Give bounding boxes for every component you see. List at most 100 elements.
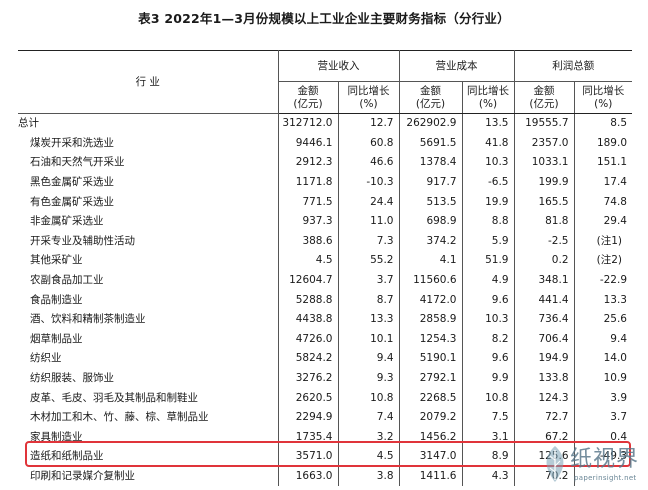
watermark: 纸视界 paperinsight.net bbox=[540, 440, 646, 490]
industry-name-cell: 木材加工和木、竹、藤、棕、草制品业 bbox=[18, 407, 279, 428]
revenue-amount-cell: 2620.5 bbox=[278, 388, 339, 408]
cost-growth-cell: 8.8 bbox=[462, 211, 515, 232]
growth-label: 同比增长 bbox=[467, 84, 509, 97]
table-title: 表3 2022年1—3月份规模以上工业企业主要财务指标（分行业） bbox=[138, 11, 510, 26]
revenue-amount-cell: 5288.8 bbox=[278, 290, 339, 310]
revenue-amount-header: 金额 (亿元) bbox=[278, 81, 339, 114]
industry-name-cell: 黑色金属矿采选业 bbox=[18, 172, 279, 193]
cost-amount-cell: 1456.2 bbox=[399, 427, 463, 448]
revenue-growth-cell: 7.3 bbox=[338, 231, 400, 252]
revenue-growth-header: 同比增长 (%) bbox=[338, 81, 400, 114]
table-row: 石油和天然气开采业 2912.3 46.6 1378.4 10.3 1033.1 151.1 bbox=[18, 153, 632, 173]
cost-growth-cell: 10.3 bbox=[462, 309, 515, 330]
profit-growth-cell: 8.5 bbox=[610, 117, 627, 130]
industry-name-cell: 造纸和纸制品业 bbox=[18, 447, 279, 467]
cost-amount-cell: 1411.6 bbox=[399, 466, 463, 487]
cost-amount-cell: 4.1 bbox=[399, 251, 463, 271]
profit-amount-cell: 81.8 bbox=[514, 211, 575, 232]
revenue-growth-cell: 3.2 bbox=[338, 427, 400, 448]
revenue-amount-cell: 1171.8 bbox=[278, 172, 339, 193]
cost-growth-cell: 51.9 bbox=[462, 251, 515, 271]
amount-label: 金额 bbox=[297, 84, 319, 97]
revenue-amount-cell: 388.6 bbox=[278, 231, 339, 252]
table-row: 皮革、毛皮、羽毛及其制品和制鞋业 2620.5 10.8 2268.5 10.8 124.… bbox=[18, 388, 632, 408]
revenue-amount-cell: 3276.2 bbox=[278, 368, 339, 389]
cost-amount-cell: 917.7 bbox=[399, 172, 463, 193]
revenue-amount-cell: 2912.3 bbox=[278, 153, 339, 173]
cost-growth-cell: 5.9 bbox=[462, 231, 515, 252]
cost-amount-cell: 2858.9 bbox=[399, 309, 463, 330]
industry-name-cell: 其他采矿业 bbox=[18, 251, 279, 271]
profit-growth-cell: 29.4 bbox=[603, 215, 627, 228]
cost-amount-header: 金额 (亿元) bbox=[399, 81, 463, 114]
table-row: 其他采矿业 4.5 55.2 4.1 51.9 0.2 (注2) bbox=[18, 251, 632, 271]
profit-growth-cell: (注2) bbox=[596, 254, 622, 267]
cost-amount-cell: 5691.5 bbox=[399, 133, 463, 154]
table-row: 黑色金属矿采选业 1171.8 -10.3 917.7 -6.5 199.9 17.4 bbox=[18, 172, 632, 193]
revenue-amount-cell: 937.3 bbox=[278, 211, 339, 232]
industry-name-cell: 非金属矿采选业 bbox=[18, 211, 279, 232]
profit-amount-cell: 133.8 bbox=[514, 368, 575, 389]
revenue-amount-cell: 4438.8 bbox=[278, 309, 339, 330]
table-row: 有色金属矿采选业 771.5 24.4 513.5 19.9 165.5 74.8 bbox=[18, 192, 632, 212]
profit-amount-cell: 736.4 bbox=[514, 309, 575, 330]
profit-growth-cell: -22.9 bbox=[599, 274, 627, 287]
amount-unit: (亿元) bbox=[293, 97, 323, 110]
cost-amount-cell: 698.9 bbox=[399, 211, 463, 232]
revenue-growth-cell: 24.4 bbox=[338, 192, 400, 212]
profit-amount-cell: -2.5 bbox=[514, 231, 575, 252]
revenue-amount-cell: 9446.1 bbox=[278, 133, 339, 154]
industry-name-cell: 开采专业及辅助性活动 bbox=[18, 231, 279, 252]
revenue-amount-cell: 771.5 bbox=[278, 192, 339, 212]
profit-growth-cell: 3.9 bbox=[610, 391, 627, 404]
revenue-amount-cell: 1735.4 bbox=[278, 427, 339, 448]
revenue-amount-cell: 1663.0 bbox=[278, 466, 339, 487]
growth-unit: (%) bbox=[594, 97, 613, 110]
table-row: 煤炭开采和洗选业 9446.1 60.8 5691.5 41.8 2357.0 189.0 bbox=[18, 133, 632, 154]
profit-growth-cell: 9.4 bbox=[610, 332, 627, 345]
profit-amount-cell: 72.7 bbox=[514, 407, 575, 428]
cost-amount-cell: 4172.0 bbox=[399, 290, 463, 310]
revenue-amount-cell: 3571.0 bbox=[278, 447, 339, 467]
cost-growth-cell: 10.3 bbox=[462, 153, 515, 173]
profit-amount-cell: 194.9 bbox=[514, 349, 575, 369]
table-row: 纺织业 5824.2 9.4 5190.1 9.6 194.9 14.0 bbox=[18, 349, 632, 369]
revenue-growth-cell: 9.4 bbox=[338, 349, 400, 369]
industry-name-cell: 皮革、毛皮、羽毛及其制品和制鞋业 bbox=[18, 388, 279, 408]
cost-amount-cell: 513.5 bbox=[399, 192, 463, 212]
table-row: 非金属矿采选业 937.3 11.0 698.9 8.8 81.8 29.4 bbox=[18, 211, 632, 232]
revenue-growth-cell: 60.8 bbox=[338, 133, 400, 154]
table-row: 酒、饮料和精制茶制造业 4438.8 13.3 2858.9 10.3 736.4 25.6 bbox=[18, 309, 632, 330]
cost-growth-cell: 8.2 bbox=[462, 329, 515, 350]
profit-growth-cell: 74.8 bbox=[603, 195, 627, 208]
cost-amount-cell: 374.2 bbox=[399, 231, 463, 252]
amount-unit: (亿元) bbox=[415, 97, 446, 110]
revenue-amount-cell: 2294.9 bbox=[278, 407, 339, 428]
growth-unit: (%) bbox=[478, 97, 498, 110]
cost-growth-cell: 10.8 bbox=[462, 388, 515, 408]
cost-growth-cell: 4.9 bbox=[462, 270, 515, 291]
industry-name-cell: 石油和天然气开采业 bbox=[18, 153, 279, 173]
revenue-growth-cell: 46.6 bbox=[338, 153, 400, 173]
cost-amount-cell: 262902.9 bbox=[399, 113, 463, 134]
table-row: 烟草制品业 4726.0 10.1 1254.3 8.2 706.4 9.4 bbox=[18, 329, 632, 350]
watermark-text: 纸视界 bbox=[570, 447, 640, 472]
revenue-growth-cell: 3.7 bbox=[338, 270, 400, 291]
profit-growth-cell: (注1) bbox=[596, 234, 622, 247]
industry-name-cell: 纺织服装、服饰业 bbox=[18, 368, 279, 389]
industry-name-cell: 有色金属矿采选业 bbox=[18, 192, 279, 212]
profit-growth-cell: 3.7 bbox=[610, 411, 627, 424]
table-row: 开采专业及辅助性活动 388.6 7.3 374.2 5.9 -2.5 (注1) bbox=[18, 231, 632, 252]
profit-growth-cell: 25.6 bbox=[603, 313, 627, 326]
growth-label: 同比增长 bbox=[347, 84, 390, 97]
revenue-amount-cell: 4726.0 bbox=[278, 329, 339, 350]
revenue-amount-cell: 12604.7 bbox=[278, 270, 339, 291]
revenue-growth-cell: 13.3 bbox=[338, 309, 400, 330]
revenue-growth-cell: 9.3 bbox=[338, 368, 400, 389]
cost-growth-cell: 7.5 bbox=[462, 407, 515, 428]
cost-group-header: 营业成本 bbox=[399, 50, 515, 82]
revenue-growth-cell: 4.5 bbox=[338, 447, 400, 467]
profit-growth-cell: 151.1 bbox=[596, 156, 627, 169]
profit-growth-cell: 13.3 bbox=[603, 293, 627, 306]
profit-amount-cell: 1033.1 bbox=[514, 153, 575, 173]
